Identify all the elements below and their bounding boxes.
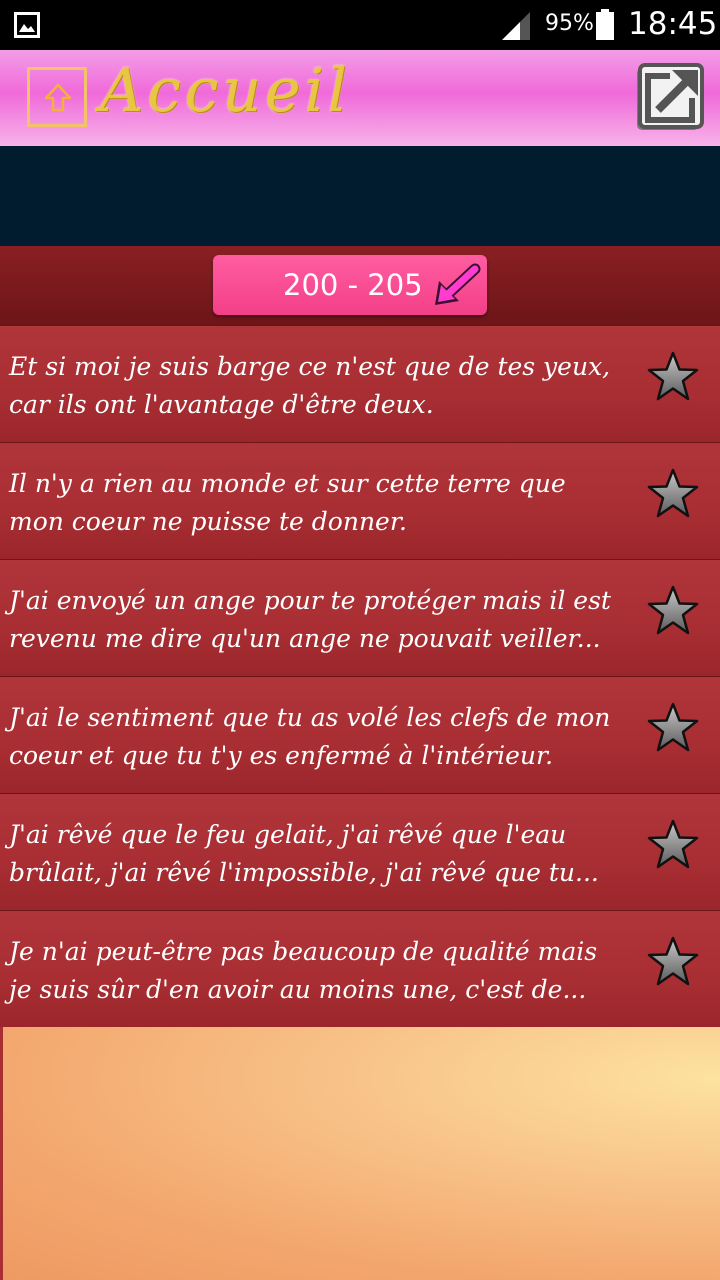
battery-percent: 95% [545,11,594,36]
star-icon[interactable] [646,701,700,755]
quote-text: J'ai le sentiment que tu as volé les cle… [9,703,611,770]
star-icon[interactable] [646,584,700,638]
signal-icon [502,12,530,40]
home-button[interactable] [27,67,87,127]
list-item[interactable]: Il n'y a rien au monde et sur cette terr… [0,443,720,560]
arrow-icon [435,263,481,305]
quote-text: J'ai rêvé que le feu gelait, j'ai rêvé q… [9,820,599,887]
battery-icon [596,9,614,40]
star-icon[interactable] [646,818,700,872]
quote-text: J'ai envoyé un ange pour te protéger mai… [9,586,611,653]
range-bar: 200 - 205 [0,246,720,326]
range-selector-button[interactable]: 200 - 205 [213,255,487,315]
list-item[interactable]: J'ai le sentiment que tu as volé les cle… [0,677,720,794]
quote-text: Je n'ai peut-être pas beaucoup de qualit… [9,937,598,1004]
list-item[interactable]: Je n'ai peut-être pas beaucoup de qualit… [0,911,720,1028]
range-label: 200 - 205 [283,268,423,302]
ad-banner [0,146,720,246]
quote-text: Et si moi je suis barge ce n'est que de … [9,352,611,419]
home-up-icon [44,83,72,112]
star-icon[interactable] [646,935,700,989]
star-icon[interactable] [646,350,700,404]
quote-text: Il n'y a rien au monde et sur cette terr… [9,469,566,536]
share-icon[interactable] [632,60,708,136]
page-title: Accueil [100,56,352,126]
list-item[interactable]: J'ai envoyé un ange pour te protéger mai… [0,560,720,677]
status-bar: 95% 18:45 [0,0,720,50]
list-item[interactable]: Et si moi je suis barge ce n'est que de … [0,326,720,443]
list-item[interactable]: J'ai rêvé que le feu gelait, j'ai rêvé q… [0,794,720,911]
action-bar: Accueil [0,50,720,146]
clock: 18:45 [628,6,718,42]
star-icon[interactable] [646,467,700,521]
gallery-icon [14,12,40,38]
quote-list: Et si moi je suis barge ce n'est que de … [0,326,720,1028]
background-area [0,1027,720,1280]
